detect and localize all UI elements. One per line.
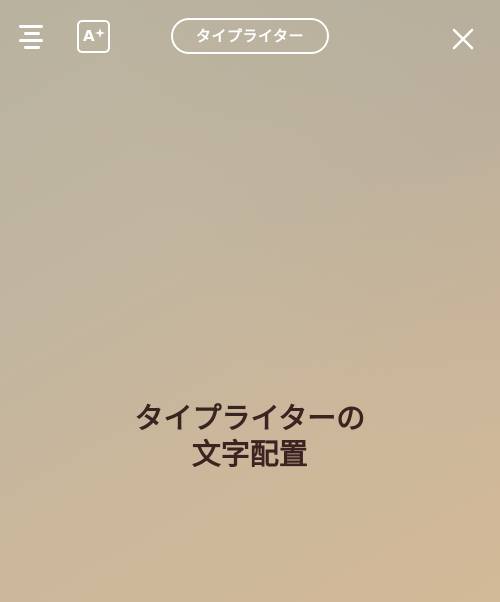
- story-text-content[interactable]: タイプライターの 文字配置: [0, 400, 500, 472]
- close-icon: [452, 28, 474, 50]
- hamburger-align-icon: [19, 39, 43, 42]
- text-effect-button[interactable]: A: [77, 20, 110, 53]
- text-style-glyph: A: [83, 27, 95, 45]
- close-button[interactable]: [450, 26, 476, 52]
- sparkle-icon: [95, 28, 105, 38]
- hamburger-align-icon: [24, 46, 40, 49]
- hamburger-align-icon: [24, 32, 40, 35]
- font-selector-button[interactable]: タイプライター: [171, 18, 329, 54]
- editor-toolbar: A タイプライター: [0, 0, 500, 72]
- text-alignment-button[interactable]: [16, 22, 50, 52]
- story-text-editor: A タイプライター タイプライターの 文字配置: [0, 0, 500, 602]
- hamburger-align-icon: [19, 25, 43, 28]
